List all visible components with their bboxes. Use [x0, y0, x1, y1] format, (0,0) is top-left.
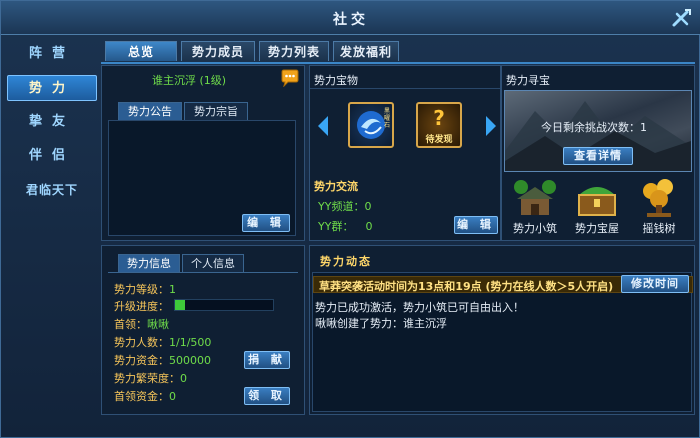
- building-lodge[interactable]: 势力小筑: [503, 175, 567, 237]
- activity-notice-text: 草莽突袭活动时间为13点和19点 (势力在线人数＞5人开启): [319, 280, 614, 293]
- claim-button[interactable]: 领 取: [244, 387, 290, 405]
- nav-item-partner[interactable]: 伴侣: [7, 143, 97, 169]
- nav-item-friends[interactable]: 挚友: [7, 109, 97, 135]
- funds-label: 势力资金：: [114, 354, 169, 367]
- leader-funds-value: 0: [169, 390, 176, 403]
- window-title: 社交: [333, 12, 369, 28]
- hunt-title: 势力寻宝: [506, 74, 550, 87]
- prosperity-label: 势力繁荣度：: [114, 372, 180, 385]
- yy-group-row: YY群： 0: [318, 218, 372, 234]
- leader-value: 啾啾: [147, 318, 169, 331]
- log-line-1: 势力已成功激活，势力小筑已可自由出入！: [315, 301, 524, 314]
- yy-channel-row: YY频道：0: [318, 198, 371, 214]
- nav-item-faction[interactable]: 势力: [7, 75, 97, 101]
- members-value: 1/1/500: [169, 336, 212, 349]
- upgrade-progress-bar: [174, 299, 274, 311]
- tab-faction-purpose[interactable]: 势力宗旨: [184, 102, 248, 120]
- building-treasure-house[interactable]: 势力宝屋: [565, 175, 629, 237]
- tab-welfare[interactable]: 发放福利: [333, 41, 399, 61]
- progress-row: 升级进度：: [114, 298, 169, 314]
- divider: [310, 88, 500, 89]
- tab-members[interactable]: 势力成员: [181, 41, 255, 61]
- building-money-tree[interactable]: 摇钱树: [627, 175, 691, 237]
- dynamics-title: 势力动态: [320, 255, 372, 268]
- social-window: 社交 阵营 势力 挚友 伴侣 君临天下 总览 势力成员 势力列表 发放福利 谁主…: [0, 0, 700, 438]
- leader-label: 首领：: [114, 318, 147, 331]
- yy-group-label: YY群：: [318, 220, 354, 233]
- treasure-title: 势力宝物: [314, 74, 358, 87]
- tab-faction-info[interactable]: 势力信息: [118, 254, 180, 272]
- treasure-slot-undiscovered[interactable]: ? 待发现: [416, 102, 462, 148]
- members-row: 势力人数：1/1/500: [114, 334, 211, 350]
- yy-channel-value: 0: [364, 200, 372, 213]
- building-label-money-tree: 摇钱树: [642, 222, 676, 235]
- money-tree-icon: [643, 179, 673, 217]
- close-icon[interactable]: [671, 7, 693, 29]
- tab-faction-notice[interactable]: 势力公告: [118, 102, 182, 120]
- view-details-button[interactable]: 查看详情: [563, 147, 633, 165]
- treasure-panel: 势力宝物 黑曜石 ? 待发现 势力交流 YY频道：0 YY群： 0 编 辑: [309, 65, 501, 241]
- next-arrow-icon[interactable]: [486, 116, 496, 136]
- funds-row: 势力资金：500000: [114, 352, 211, 368]
- funds-value: 500000: [169, 354, 211, 367]
- level-value: 1: [169, 283, 176, 296]
- prosperity-value: 0: [180, 372, 187, 385]
- leader-row: 首领：啾啾: [114, 316, 169, 332]
- edit-exchange-button[interactable]: 编 辑: [454, 216, 498, 234]
- members-label: 势力人数：: [114, 336, 169, 349]
- prosperity-row: 势力繁荣度：0: [114, 370, 187, 386]
- edit-notice-button[interactable]: 编 辑: [242, 214, 290, 232]
- prev-arrow-icon[interactable]: [318, 116, 328, 136]
- building-label-treasure-house: 势力宝屋: [575, 222, 619, 235]
- treasure-slot-obsidian[interactable]: 黑曜石: [348, 102, 394, 148]
- nav-item-ruler[interactable]: 君临天下: [7, 177, 97, 203]
- yy-group-value: 0: [365, 220, 373, 233]
- donate-button[interactable]: 捐 献: [244, 351, 290, 369]
- yy-channel-label: YY频道：: [318, 200, 365, 213]
- remaining-label: 今日剩余挑战次数：: [541, 121, 640, 134]
- exchange-title: 势力交流: [314, 180, 358, 193]
- divider: [108, 272, 298, 273]
- treasure-label-undiscovered: 待发现: [425, 135, 453, 145]
- tab-personal-info[interactable]: 个人信息: [182, 254, 244, 272]
- side-nav: 阵营 势力 挚友 伴侣 君临天下: [7, 41, 97, 211]
- building-label-lodge: 势力小筑: [513, 222, 557, 235]
- treasure-label-obsidian: 黑曜石: [384, 108, 391, 129]
- level-label: 势力等级：: [114, 283, 169, 296]
- question-mark-icon: ?: [433, 106, 445, 130]
- chat-bubble-icon[interactable]: [280, 69, 300, 87]
- tab-overview[interactable]: 总览: [105, 41, 177, 61]
- tab-underline: [101, 62, 695, 64]
- faction-name-level: 谁主沉浮 (1级): [152, 74, 227, 87]
- hunt-banner: 今日剩余挑战次数：1 查看详情: [504, 90, 692, 172]
- tab-faction-list[interactable]: 势力列表: [259, 41, 329, 61]
- nav-item-camp[interactable]: 阵营: [7, 41, 97, 67]
- treasure-chest-icon: [578, 187, 616, 216]
- modify-time-button[interactable]: 修改时间: [621, 275, 689, 293]
- lodge-icon: [514, 180, 556, 215]
- log-line-2: 啾啾创建了势力：谁主沉浮: [315, 317, 447, 330]
- remaining-value: 1: [640, 121, 647, 134]
- leader-funds-row: 首领资金：0: [114, 388, 176, 404]
- leader-funds-label: 首领资金：: [114, 390, 169, 403]
- overview-panel: 谁主沉浮 (1级) 势力公告 势力宗旨 编 辑: [101, 65, 305, 241]
- level-row: 势力等级：1: [114, 281, 176, 297]
- faction-info-panel: 势力信息 个人信息 势力等级：1 升级进度： 首领：啾啾 势力人数：1/1/50…: [101, 245, 305, 415]
- progress-label: 升级进度：: [114, 300, 169, 313]
- title-bar: 社交: [1, 1, 700, 35]
- remaining-attempts: 今日剩余挑战次数：1: [541, 119, 647, 135]
- upgrade-progress-fill: [175, 300, 185, 310]
